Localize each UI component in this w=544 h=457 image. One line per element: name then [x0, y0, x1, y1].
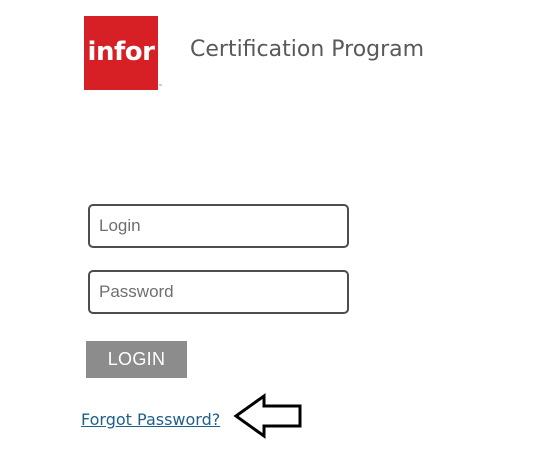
login-page: infor ™ Certification Program LOGIN Forg… [0, 0, 544, 457]
infor-logo: infor [84, 16, 158, 90]
logo-text: infor [87, 37, 155, 67]
forgot-password-link[interactable]: Forgot Password? [81, 410, 220, 429]
password-input[interactable] [88, 270, 349, 314]
left-arrow-icon [233, 393, 302, 439]
page-title: Certification Program [190, 37, 425, 62]
login-input[interactable] [88, 204, 349, 248]
login-button[interactable]: LOGIN [86, 341, 187, 378]
logo-trademark: ™ [158, 84, 163, 90]
